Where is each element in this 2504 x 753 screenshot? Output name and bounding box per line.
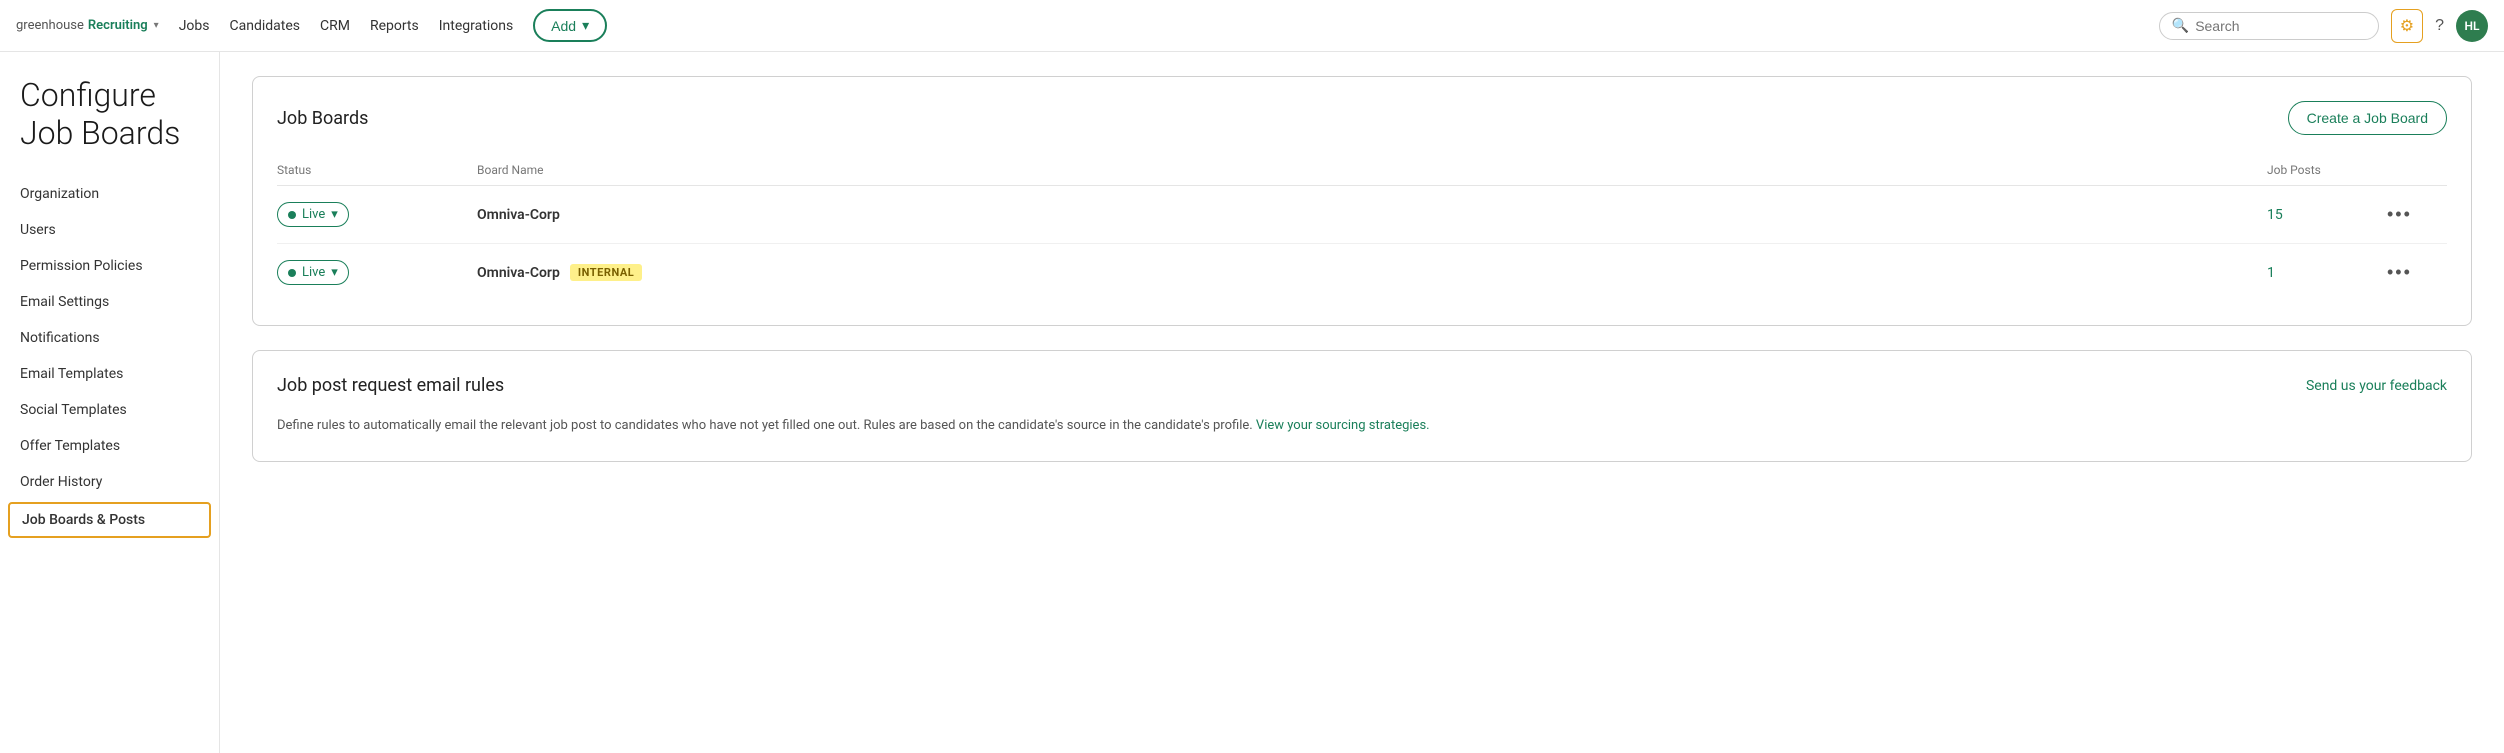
sidebar-item-order-history[interactable]: Order History <box>0 464 219 500</box>
feedback-link[interactable]: Send us your feedback <box>2306 378 2447 394</box>
logo-chevron-icon[interactable]: ▾ <box>154 20 159 31</box>
live-dot-1 <box>288 211 296 219</box>
job-boards-title: Job Boards <box>277 108 368 129</box>
email-rules-header: Job post request email rules Send us you… <box>277 375 2447 396</box>
settings-button[interactable]: ⚙ <box>2391 9 2423 43</box>
nav-links: Jobs Candidates CRM Reports Integrations <box>179 18 513 34</box>
row2-actions: ••• <box>2387 262 2447 283</box>
row1-actions: ••• <box>2387 204 2447 225</box>
help-button[interactable]: ? <box>2435 17 2444 35</box>
row2-board-name: Omniva-Corp INTERNAL <box>477 264 2267 281</box>
sidebar-item-permission-policies[interactable]: Permission Policies <box>0 248 219 284</box>
live-chevron-icon-1: ▾ <box>331 207 338 222</box>
add-button[interactable]: Add ▾ <box>533 9 607 42</box>
search-icon: 🔍 <box>2172 18 2189 34</box>
page-title: Configure Job Boards <box>0 76 219 176</box>
col-board-name: Board Name <box>477 163 2267 177</box>
live-badge-2[interactable]: Live ▾ <box>277 260 349 285</box>
sidebar-item-email-settings[interactable]: Email Settings <box>0 284 219 320</box>
live-badge-1[interactable]: Live ▾ <box>277 202 349 227</box>
table-row: Live ▾ Omniva-Corp 15 ••• <box>277 186 2447 244</box>
sidebar-item-organization[interactable]: Organization <box>0 176 219 212</box>
row1-more-button[interactable]: ••• <box>2387 204 2412 225</box>
sidebar: Configure Job Boards Organization Users … <box>0 52 220 753</box>
email-rules-section: Job post request email rules Send us you… <box>252 350 2472 462</box>
nav-jobs[interactable]: Jobs <box>179 18 210 34</box>
row1-job-posts: 15 <box>2267 207 2387 223</box>
live-dot-2 <box>288 269 296 277</box>
live-chevron-icon-2: ▾ <box>331 265 338 280</box>
job-boards-header: Job Boards Create a Job Board <box>277 101 2447 135</box>
job-posts-link-1[interactable]: 15 <box>2267 207 2283 223</box>
nav-right: 🔍 ⚙ ? HL <box>2159 9 2488 43</box>
sidebar-item-job-boards-posts[interactable]: Job Boards & Posts <box>8 502 211 538</box>
row2-more-button[interactable]: ••• <box>2387 262 2412 283</box>
email-rules-title: Job post request email rules <box>277 375 504 396</box>
page-layout: Configure Job Boards Organization Users … <box>0 52 2504 753</box>
sidebar-item-email-templates[interactable]: Email Templates <box>0 356 219 392</box>
table-header: Status Board Name Job Posts <box>277 155 2447 186</box>
sidebar-item-users[interactable]: Users <box>0 212 219 248</box>
logo[interactable]: greenhouse Recruiting ▾ <box>16 18 159 33</box>
col-job-posts: Job Posts <box>2267 163 2387 177</box>
search-input[interactable] <box>2195 18 2366 34</box>
row1-board-name: Omniva-Corp <box>477 207 2267 223</box>
logo-greenhouse-text: greenhouse <box>16 18 84 33</box>
row2-job-posts: 1 <box>2267 265 2387 281</box>
main-content: Job Boards Create a Job Board Status Boa… <box>220 52 2504 753</box>
row2-status: Live ▾ <box>277 260 477 285</box>
col-actions <box>2387 163 2447 177</box>
col-status: Status <box>277 163 477 177</box>
nav-candidates[interactable]: Candidates <box>229 18 300 34</box>
logo-recruiting-text: Recruiting <box>88 18 148 33</box>
nav-reports[interactable]: Reports <box>370 18 419 34</box>
sourcing-strategies-link[interactable]: View your sourcing strategies. <box>1256 418 1430 433</box>
internal-badge: INTERNAL <box>570 264 642 281</box>
avatar[interactable]: HL <box>2456 10 2488 42</box>
search-bar[interactable]: 🔍 <box>2159 12 2379 40</box>
top-navigation: greenhouse Recruiting ▾ Jobs Candidates … <box>0 0 2504 52</box>
rules-description: Define rules to automatically email the … <box>277 416 2447 437</box>
nav-crm[interactable]: CRM <box>320 18 350 34</box>
sidebar-item-social-templates[interactable]: Social Templates <box>0 392 219 428</box>
add-chevron-icon: ▾ <box>582 17 589 34</box>
nav-integrations[interactable]: Integrations <box>439 18 513 34</box>
sidebar-item-offer-templates[interactable]: Offer Templates <box>0 428 219 464</box>
table-row: Live ▾ Omniva-Corp INTERNAL 1 ••• <box>277 244 2447 301</box>
sidebar-item-notifications[interactable]: Notifications <box>0 320 219 356</box>
row1-status: Live ▾ <box>277 202 477 227</box>
job-boards-section: Job Boards Create a Job Board Status Boa… <box>252 76 2472 326</box>
job-posts-link-2[interactable]: 1 <box>2267 265 2275 281</box>
create-job-board-button[interactable]: Create a Job Board <box>2288 101 2447 135</box>
